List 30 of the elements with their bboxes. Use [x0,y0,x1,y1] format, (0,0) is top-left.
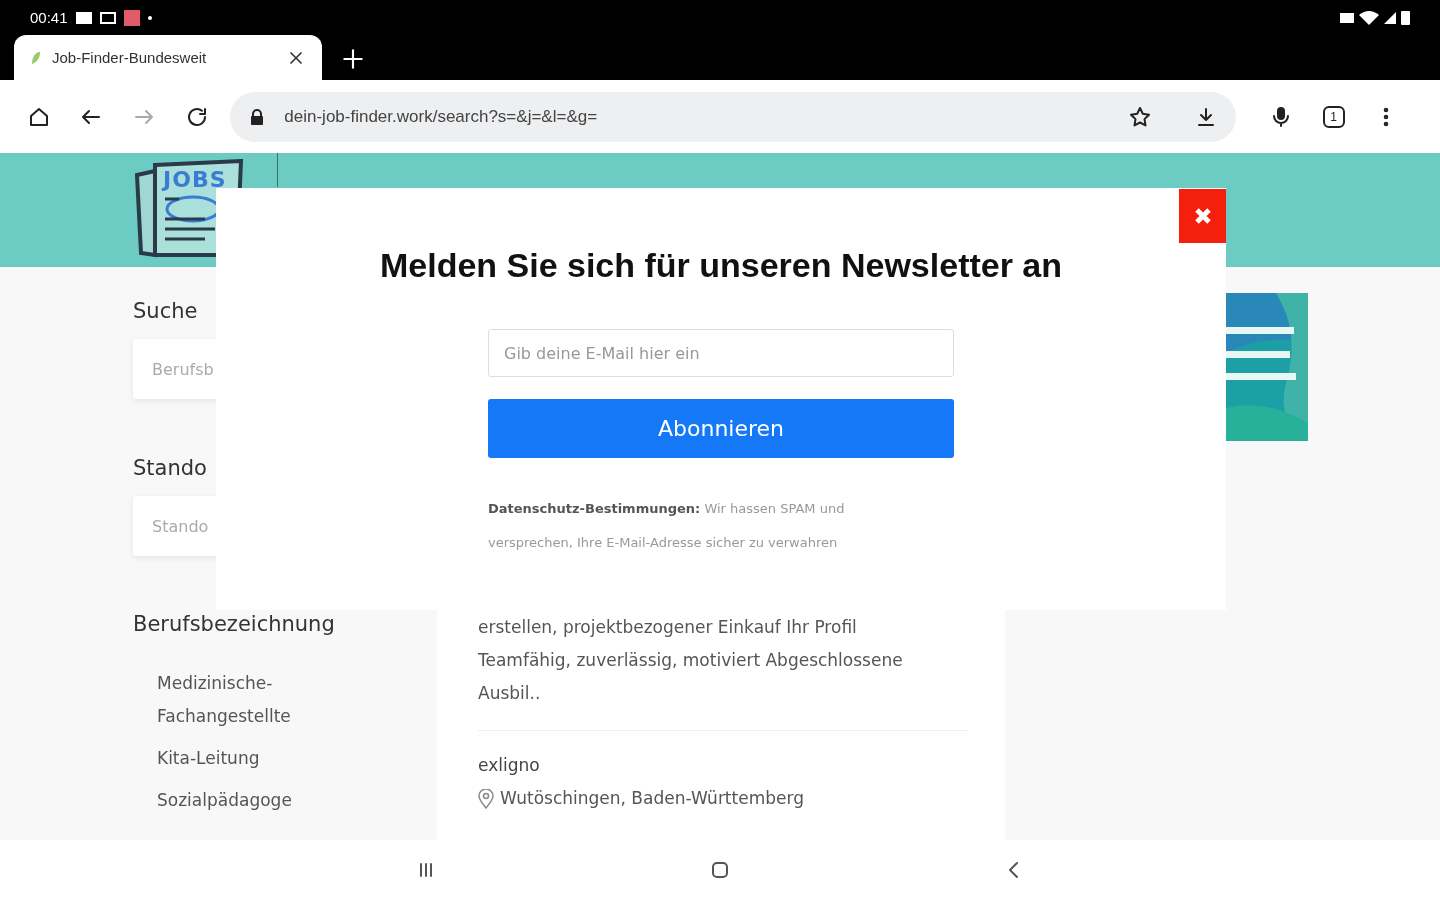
category-link[interactable]: Sozialpädagoge [157,784,317,817]
location-label: Stando [133,455,208,482]
status-time: 00:41 [30,9,68,26]
category-link[interactable]: Kita-Leitung [157,742,317,775]
close-button[interactable] [1179,189,1226,243]
company-name: exligno [478,754,541,777]
battery-icon [1401,10,1410,25]
address-bar[interactable]: dein-job-finder.work/search?s=&j=&l=&g= [230,91,1237,142]
wifi-icon [1359,10,1379,25]
dot-icon [147,15,152,20]
subscribe-button[interactable]: Abonnieren [488,399,954,458]
privacy-notice: Datenschutz-Bestimmungen: Wir hassen SPAM und versprechen, Ihre E-Mail-Adresse sicher zu verwahren [488,500,846,552]
job-location: Wutöschingen, Baden-Württemberg [500,787,804,810]
close-icon [1192,206,1213,226]
signal-icon [1384,11,1396,24]
leaf-icon [30,49,42,66]
search-label: Suche [133,298,199,325]
star-icon[interactable] [1128,104,1153,129]
new-tab-button[interactable] [340,46,366,72]
category-link[interactable]: Medizinische-Fachangestellte [157,667,317,733]
category-heading: Berufsbezeichnung [133,611,336,638]
logo-text: JOBS [163,167,227,192]
job-description: erstellen, projektbezogener Einkauf Ihr Profil Teamfähig, zuverlässig, motiviert Abgeschlossene Ausbil.. [478,616,904,705]
lock-icon [250,108,265,125]
tab-switcher-button[interactable]: 1 [1314,93,1353,140]
screen-icon [99,11,116,24]
dialog-title: Melden Sie sich für unseren Newsletter an [379,246,1063,285]
browser-tab[interactable]: Job-Finder-Bundesweit [14,35,322,80]
map-pin-icon [478,788,494,809]
email-field[interactable]: Gib deine E-Mail hier ein [488,329,954,377]
